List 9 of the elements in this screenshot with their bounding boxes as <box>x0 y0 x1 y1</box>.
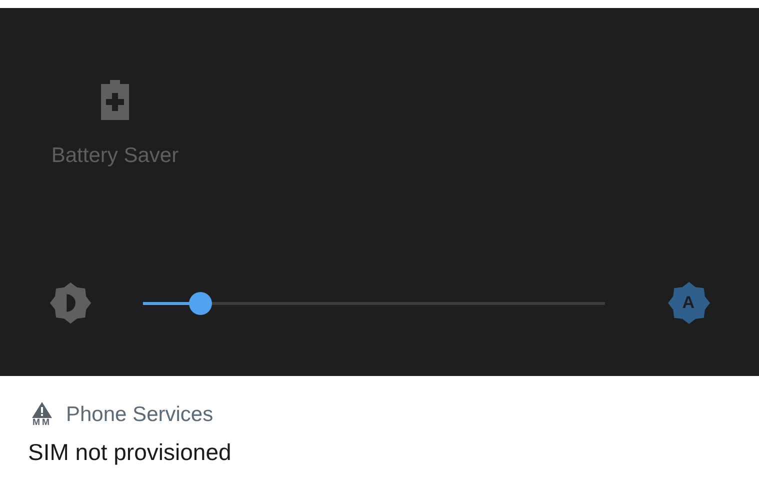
battery-plus-icon[interactable] <box>101 80 129 120</box>
app-name: Phone Services <box>66 402 214 426</box>
tile-label[interactable]: Battery Saver <box>51 144 179 168</box>
brightness-icon <box>50 282 92 324</box>
auto-brightness-toggle[interactable]: A <box>668 282 709 324</box>
notification-text[interactable]: SIM not provisioned <box>28 439 759 466</box>
slider-thumb[interactable] <box>188 292 212 314</box>
app-initials: MM <box>32 418 52 427</box>
warning-icon <box>32 402 52 418</box>
